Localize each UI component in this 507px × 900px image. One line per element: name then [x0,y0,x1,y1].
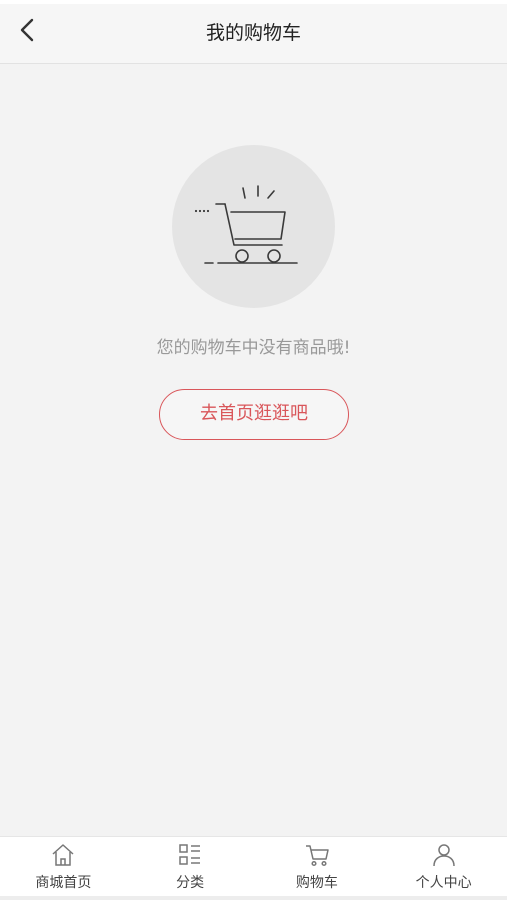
tab-category-label: 分类 [176,875,205,891]
chevron-left-icon [18,18,38,46]
page-title: 我的购物车 [205,22,301,44]
empty-cart-message: 您的购物车中没有商品哦! [156,338,351,358]
user-icon [431,842,457,868]
empty-cart-illustration [172,145,335,308]
tab-category[interactable]: 分类 [127,837,254,900]
tab-profile[interactable]: 个人中心 [380,837,507,900]
tab-cart-label: 购物车 [295,875,338,891]
tab-profile-label: 个人中心 [415,875,472,891]
header-bar: 我的购物车 [0,4,507,64]
tab-cart[interactable]: 购物车 [254,837,381,900]
go-home-button[interactable]: 去首页逛逛吧 [159,389,349,440]
tab-home-label: 商城首页 [35,875,92,891]
shopping-cart-icon [194,185,298,264]
home-icon [50,842,76,868]
back-button[interactable] [8,12,48,52]
home-indicator-strip [0,896,507,900]
bottom-tab-bar: 商城首页 分类 购物车 个人中心 [0,836,507,900]
category-icon [177,842,203,868]
cart-icon [304,842,330,868]
tab-home[interactable]: 商城首页 [0,837,127,900]
